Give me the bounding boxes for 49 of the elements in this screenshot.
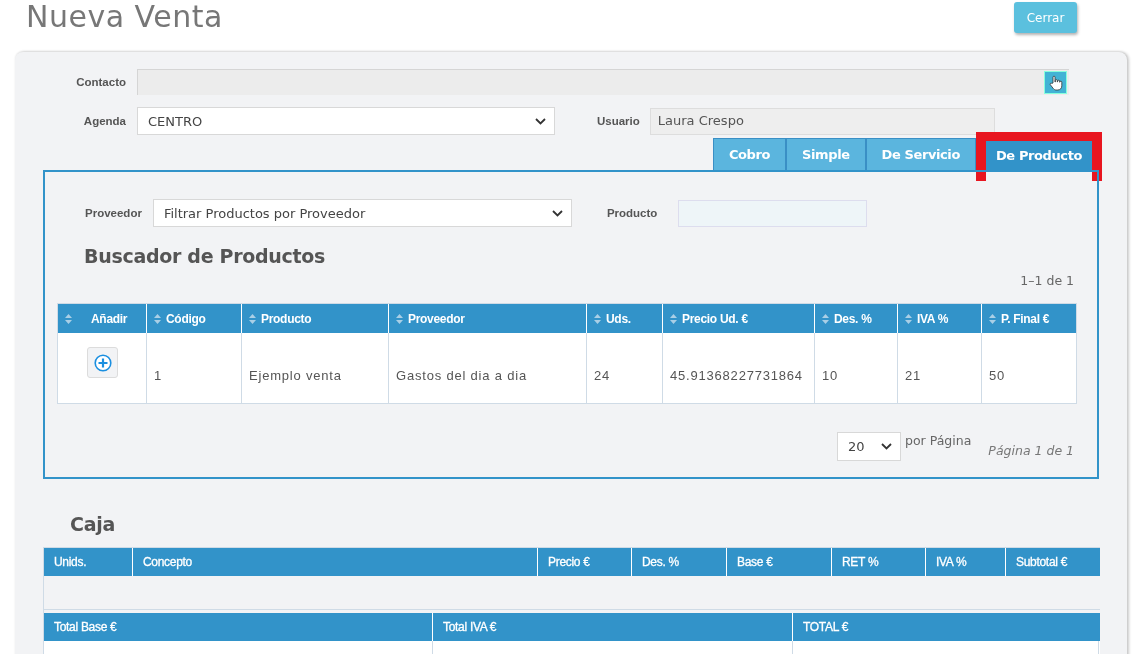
sort-icon xyxy=(905,313,912,324)
per-page-label: por Página xyxy=(905,433,972,448)
tab[interactable]: De Servicio xyxy=(865,138,976,170)
table-cell: 10 xyxy=(815,333,898,403)
tab[interactable]: Cobro xyxy=(712,138,787,170)
plus-circle-icon xyxy=(93,353,112,372)
page-size-select[interactable]: 20 xyxy=(837,432,902,461)
hand-pointer-icon xyxy=(1048,74,1063,91)
page-title: Nueva Venta xyxy=(26,0,223,34)
sort-icon xyxy=(670,313,677,324)
table-cell: Ejemplo venta xyxy=(242,333,389,403)
tab[interactable]: Simple xyxy=(786,138,866,170)
section-heading: Buscador de Productos xyxy=(84,245,327,267)
table-cell: 45.91368227731864 xyxy=(663,333,815,403)
close-button[interactable]: Cerrar xyxy=(1014,2,1077,33)
sort-icon xyxy=(989,313,996,324)
sort-icon xyxy=(396,313,403,324)
section-heading: Caja xyxy=(70,513,116,535)
product-label: Producto xyxy=(606,207,658,219)
supplier-label: Proveedor xyxy=(85,207,142,219)
table-cell-text: 50 xyxy=(988,367,1007,385)
column-header[interactable]: P. Final € xyxy=(982,304,1076,333)
agenda-select[interactable]: CENTRO xyxy=(137,107,555,135)
chevron-down-icon xyxy=(551,209,563,217)
contact-field[interactable] xyxy=(137,69,1069,95)
sort-icon xyxy=(822,313,829,324)
sort-icon xyxy=(65,313,72,324)
chevron-down-icon xyxy=(535,117,546,125)
pick-contact-button[interactable] xyxy=(1044,71,1067,94)
add-button[interactable] xyxy=(87,347,118,378)
sort-icon xyxy=(594,313,601,324)
page-info: Página 1 de 1 xyxy=(988,443,1074,458)
sort-icon xyxy=(249,313,256,324)
tab[interactable]: De Producto xyxy=(985,141,1092,170)
user-field[interactable]: Laura Crespo xyxy=(649,107,995,135)
supplier-select[interactable]: Filtrar Productos por Proveedor xyxy=(152,199,572,227)
result-range: 1–1 de 1 xyxy=(1020,273,1074,288)
column-header: TOTAL € xyxy=(802,619,850,636)
contact-label: Contacto xyxy=(75,76,126,88)
table-cell: 24 xyxy=(587,333,663,403)
product-field[interactable] xyxy=(678,199,868,227)
chevron-down-icon xyxy=(881,443,893,450)
sort-icon xyxy=(154,313,161,324)
user-label: Usuario xyxy=(597,115,640,127)
agenda-label: Agenda xyxy=(82,115,126,127)
table-cell: 1 xyxy=(147,333,242,403)
table-cell: 21 xyxy=(898,333,982,403)
table-cell: Gastos del dia a dia xyxy=(389,333,587,403)
column-header: Subtotal € xyxy=(1015,554,1069,571)
